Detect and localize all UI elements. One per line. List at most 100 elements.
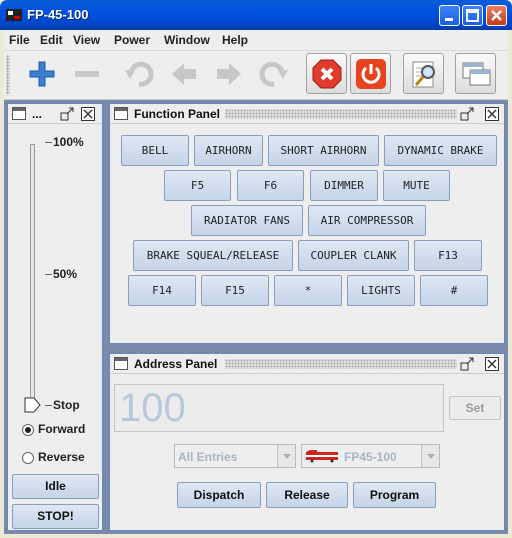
undo-icon — [125, 61, 154, 87]
roster-entry-combo[interactable]: FP45-100 — [301, 444, 440, 468]
speed-slider-track[interactable] — [30, 144, 35, 404]
iconify-icon[interactable] — [460, 357, 474, 371]
titlebar-grip — [225, 109, 457, 119]
roster-entry-value: FP45-100 — [344, 450, 397, 464]
emergency-stop-button[interactable]: STOP! — [12, 504, 99, 529]
back-icon — [172, 63, 196, 85]
iconify-icon[interactable] — [60, 107, 74, 121]
function-button-star[interactable]: * — [274, 275, 342, 306]
speed-label-100: 100% — [53, 135, 84, 149]
titlebar-grip — [225, 359, 457, 369]
function-button-radiator-fans[interactable]: RADIATOR FANS — [191, 205, 303, 236]
dispatch-button[interactable]: Dispatch — [177, 482, 261, 508]
address-field[interactable]: 100 — [114, 384, 444, 432]
speed-slider-thumb[interactable] — [24, 397, 42, 413]
windows-icon — [462, 62, 491, 86]
menu-help[interactable]: Help — [222, 33, 248, 47]
tick-mark — [45, 142, 52, 143]
function-button-f6[interactable]: F6 — [237, 170, 304, 201]
minimize-button[interactable] — [439, 5, 460, 26]
function-button-airhorn[interactable]: AIRHORN — [194, 135, 263, 166]
throttle-frame-titlebar[interactable]: ... — [8, 104, 102, 124]
window-title: FP-45-100 — [27, 7, 89, 22]
function-button-hash[interactable]: # — [420, 275, 488, 306]
windows-button[interactable] — [455, 53, 496, 94]
function-button-dynamic-brake[interactable]: DYNAMIC BRAKE — [384, 135, 497, 166]
menu-bar: File Edit View Power Window Help — [4, 30, 508, 51]
function-panel-frame: Function Panel BELL AIRHORN SHORT AIRHOR… — [108, 102, 506, 345]
close-frame-icon[interactable] — [485, 107, 499, 121]
function-button-coupler-clank[interactable]: COUPLER CLANK — [298, 240, 409, 271]
function-button-air-compressor[interactable]: AIR COMPRESSOR — [308, 205, 426, 236]
function-button-dimmer[interactable]: DIMMER — [310, 170, 378, 201]
maximize-icon — [466, 9, 479, 22]
forward-label[interactable]: Forward — [38, 422, 85, 436]
iconify-icon[interactable] — [460, 107, 474, 121]
throttle-frame-title: ... — [32, 107, 47, 121]
power-button[interactable] — [350, 53, 391, 94]
program-button[interactable]: Program — [353, 482, 436, 508]
address-panel-frame: Address Panel 100 Set All Entries FP45-1… — [108, 352, 506, 532]
forward-button[interactable] — [208, 53, 249, 94]
close-icon — [491, 10, 502, 21]
tick-mark — [45, 405, 52, 406]
chevron-down-icon[interactable] — [277, 445, 295, 467]
function-button-bell[interactable]: BELL — [121, 135, 189, 166]
app-icon — [6, 9, 22, 21]
desktop-pane: ... 100% 50% Stop Forward Reverse Idle S… — [4, 100, 508, 534]
menu-edit[interactable]: Edit — [40, 33, 63, 47]
frame-icon — [114, 107, 128, 120]
undo-button[interactable] — [118, 53, 159, 94]
speed-label-stop: Stop — [53, 398, 80, 412]
forward-icon — [217, 63, 241, 85]
locomotive-icon — [306, 450, 338, 463]
function-button-brake-squeal-release[interactable]: BRAKE SQUEAL/RELEASE — [133, 240, 293, 271]
add-icon — [29, 61, 55, 87]
window-titlebar: FP-45-100 — [0, 0, 512, 30]
close-frame-icon[interactable] — [485, 357, 499, 371]
emergency-stop-all-button[interactable] — [306, 53, 347, 94]
maximize-button[interactable] — [462, 5, 483, 26]
reverse-radio[interactable] — [22, 452, 34, 464]
menu-window[interactable]: Window — [164, 33, 210, 47]
add-throttle-button[interactable] — [21, 53, 62, 94]
redo-icon — [259, 61, 288, 87]
function-button-f14[interactable]: F14 — [128, 275, 196, 306]
roster-group-combo[interactable]: All Entries — [174, 444, 296, 468]
toolbar — [4, 51, 508, 100]
reverse-label[interactable]: Reverse — [38, 450, 85, 464]
power-icon — [356, 59, 386, 89]
function-button-f5[interactable]: F5 — [164, 170, 231, 201]
chevron-down-icon[interactable] — [421, 445, 439, 467]
menu-view[interactable]: View — [73, 33, 100, 47]
menu-power[interactable]: Power — [114, 33, 150, 47]
remove-throttle-button[interactable] — [66, 53, 107, 94]
throttle-frame: ... 100% 50% Stop Forward Reverse Idle S… — [6, 102, 104, 532]
close-window-button[interactable] — [486, 5, 507, 26]
stop-all-icon — [312, 59, 342, 89]
frame-icon — [114, 357, 128, 370]
function-button-f13[interactable]: F13 — [414, 240, 482, 271]
function-button-lights[interactable]: LIGHTS — [347, 275, 415, 306]
edit-roster-button[interactable] — [403, 53, 444, 94]
toolbar-grip[interactable] — [6, 55, 10, 95]
function-button-f15[interactable]: F15 — [201, 275, 269, 306]
close-frame-icon[interactable] — [81, 107, 95, 121]
function-button-short-airhorn[interactable]: SHORT AIRHORN — [268, 135, 379, 166]
address-panel-title: Address Panel — [134, 357, 222, 371]
function-panel-title: Function Panel — [134, 107, 225, 121]
function-button-mute[interactable]: MUTE — [383, 170, 450, 201]
forward-radio[interactable] — [22, 424, 34, 436]
release-button[interactable]: Release — [266, 482, 348, 508]
idle-button[interactable]: Idle — [12, 474, 99, 499]
menu-file[interactable]: File — [9, 33, 30, 47]
back-button[interactable] — [163, 53, 204, 94]
edit-roster-icon — [412, 61, 435, 88]
frame-icon — [12, 107, 26, 120]
function-panel-titlebar[interactable]: Function Panel — [110, 104, 504, 124]
address-panel-titlebar[interactable]: Address Panel — [110, 354, 504, 374]
minimize-icon — [445, 18, 453, 21]
roster-group-value: All Entries — [178, 450, 238, 464]
redo-button[interactable] — [253, 53, 294, 94]
set-address-button[interactable]: Set — [449, 396, 501, 420]
